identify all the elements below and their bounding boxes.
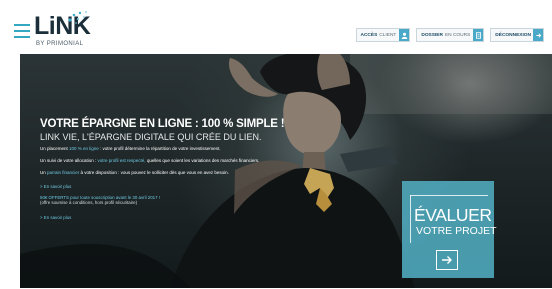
document-icon xyxy=(473,29,484,41)
cta-frame-line xyxy=(410,195,411,243)
feature-text-online: Un placement 100 % en ligne : votre prof… xyxy=(40,146,221,151)
cta-title: ÉVALUER xyxy=(414,205,492,225)
hero-subheadline: LINK VIE, L'ÉPARGNE DIGITALE QUI CRÉE DU… xyxy=(40,132,262,142)
logout-button[interactable]: DÉCONNEXION xyxy=(490,28,544,42)
highlight-text: votre profil est respecté, xyxy=(97,158,146,163)
button-label-bold: DÉCONNEXION xyxy=(495,32,531,38)
text: Un placement xyxy=(40,146,70,151)
button-label: CLIENT xyxy=(379,32,397,38)
button-label: EN COURS xyxy=(444,32,471,38)
client-access-button[interactable]: ACCÈS CLIENT xyxy=(355,28,411,42)
ongoing-file-button[interactable]: DOSSIER EN COURS xyxy=(416,28,485,42)
evaluate-project-cta[interactable]: ÉVALUER VOTRE PROJET xyxy=(402,181,497,278)
feature-text-sponsor: Un parrain financier à votre disposition… xyxy=(40,170,229,175)
arrow-icon xyxy=(533,29,543,41)
user-icon xyxy=(399,29,410,41)
text: : votre profil détermine la répartition … xyxy=(98,146,221,151)
offer-text: 50€ OFFERTS pour toute souscription avan… xyxy=(40,195,160,205)
text: quelles que soient les variations des ma… xyxy=(145,158,260,163)
button-label-bold: DOSSIER xyxy=(421,32,443,38)
sparkle-icon xyxy=(68,11,87,24)
learn-more-link[interactable]: > En savoir plus xyxy=(40,215,71,220)
highlight-text: parrain financier xyxy=(47,170,80,175)
cta-subtitle: VOTRE PROJET xyxy=(416,225,497,237)
hero-headline: VOTRE ÉPARGNE EN LIGNE : 100 % SIMPLE ! xyxy=(40,118,285,130)
hero-banner: VOTRE ÉPARGNE EN LIGNE : 100 % SIMPLE ! … xyxy=(20,54,552,288)
button-label-bold: ACCÈS xyxy=(360,32,378,38)
cta-frame-line xyxy=(410,195,488,196)
hamburger-menu-icon[interactable] xyxy=(14,24,30,38)
arrow-right-icon[interactable] xyxy=(436,250,458,270)
top-buttons: ACCÈS CLIENT DOSSIER EN COURS DÉCONNEXIO… xyxy=(355,28,544,42)
highlight-text: 100 % en ligne xyxy=(69,146,99,151)
logo-tagline: BY PRIMONIAL xyxy=(36,41,84,47)
offer-conditions: (offre soumise à conditions, hors profil… xyxy=(40,200,138,205)
text: Un suivi de votre allocation : xyxy=(40,158,98,163)
site-header: LiNK BY PRIMONIAL ACCÈS CLIENT DOSSIER E… xyxy=(0,0,552,54)
feature-text-allocation: Un suivi de votre allocation : votre pro… xyxy=(40,158,259,163)
text: Un xyxy=(40,170,48,175)
learn-more-link[interactable]: > En savoir plus xyxy=(40,184,71,189)
text: à votre disposition : vous pouvez le sol… xyxy=(79,170,229,175)
